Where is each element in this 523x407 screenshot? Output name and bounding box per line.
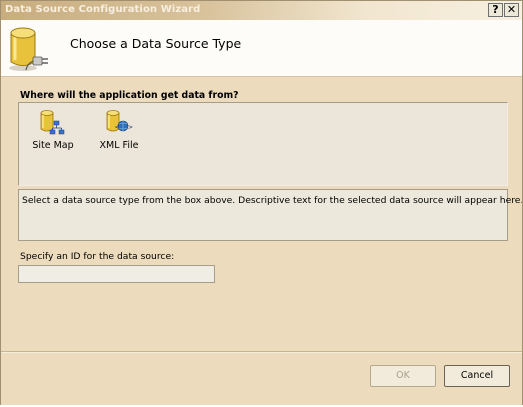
footer-divider (1, 351, 522, 353)
site-map-icon (40, 110, 65, 135)
list-item-site-map[interactable]: Site Map (25, 109, 81, 151)
database-plug-icon (9, 27, 48, 71)
description-text: Select a data source type from the box a… (22, 195, 523, 206)
wizard-header: Choose a Data Source Type (1, 20, 522, 77)
page-title: Choose a Data Source Type (70, 36, 242, 51)
close-button[interactable]: ✕ (504, 3, 519, 17)
site-map-label: Site Map (32, 140, 74, 151)
svg-text:<: < (115, 124, 120, 131)
wizard-window: Data Source Configuration Wizard ? ✕ Cho… (0, 0, 523, 407)
xml-file-label: XML File (99, 140, 139, 151)
data-source-id-input[interactable] (18, 265, 215, 283)
svg-text:>: > (128, 124, 133, 131)
help-button[interactable]: ? (488, 3, 503, 17)
xml-file-icon: < > (106, 110, 133, 132)
id-field-label: Specify an ID for the data source: (20, 251, 175, 262)
title-bar[interactable]: Data Source Configuration Wizard ? ✕ (1, 1, 522, 20)
ok-button[interactable]: OK (370, 365, 436, 387)
window-title: Data Source Configuration Wizard (5, 4, 201, 15)
cancel-button[interactable]: Cancel (444, 365, 510, 387)
description-box: Select a data source type from the box a… (18, 189, 522, 241)
source-question-label: Where will the application get data from… (20, 90, 239, 101)
list-item-xml-file[interactable]: < > XML File (91, 109, 147, 151)
data-source-list[interactable]: Site Map < > XML File (18, 102, 508, 186)
